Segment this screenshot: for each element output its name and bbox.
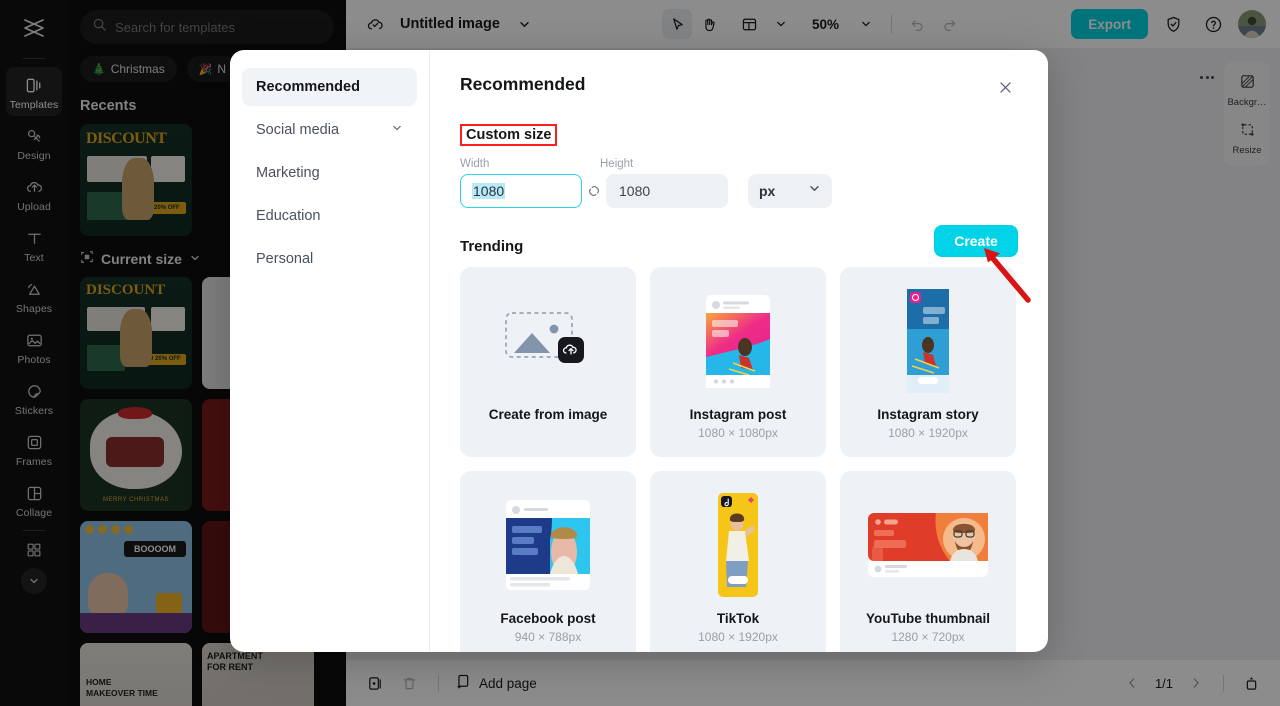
size-inputs-row: 1080 px <box>460 174 1018 208</box>
height-input[interactable] <box>606 174 728 208</box>
instagram-post-preview <box>703 285 773 397</box>
nav-label: Personal <box>256 251 314 267</box>
custom-size-label: Custom size <box>460 124 558 146</box>
chevron-down-icon <box>808 182 821 200</box>
width-input-selected-text: 1080 <box>472 183 506 199</box>
unit-selector[interactable]: px <box>748 174 832 208</box>
nav-item-recommended[interactable]: Recommended <box>242 68 417 106</box>
page-title: Recommended <box>460 74 586 94</box>
nav-label: Marketing <box>256 165 320 181</box>
card-title: YouTube thumbnail <box>866 611 990 626</box>
unit-value: px <box>759 183 776 199</box>
nav-item-personal[interactable]: Personal <box>242 240 417 278</box>
height-label: Height <box>600 158 634 170</box>
card-facebook-post[interactable]: Facebook post 940 × 788px <box>460 471 636 652</box>
youtube-thumbnail-preview <box>866 489 990 601</box>
size-field-labels: Width Height <box>460 158 1018 170</box>
card-title: Facebook post <box>500 611 596 626</box>
chevron-down-icon <box>391 122 403 138</box>
card-dimensions: 1280 × 720px <box>891 630 965 644</box>
card-dimensions: 1080 × 1080px <box>698 426 778 440</box>
close-icon[interactable] <box>992 74 1018 100</box>
trending-cards-grid: Create from image Instagram post 1080 × … <box>460 267 1018 652</box>
link-aspect-icon[interactable] <box>584 180 604 202</box>
card-tiktok[interactable]: TikTok 1080 × 1920px <box>650 471 826 652</box>
modal-header: Recommended <box>460 74 1018 100</box>
card-create-from-image[interactable]: Create from image <box>460 267 636 457</box>
width-label: Width <box>460 158 490 170</box>
card-dimensions: 940 × 788px <box>514 630 582 644</box>
card-title: TikTok <box>716 611 760 626</box>
nav-item-marketing[interactable]: Marketing <box>242 154 417 192</box>
nav-label: Recommended <box>256 79 360 95</box>
card-dimensions: 1080 × 1920px <box>698 630 778 644</box>
upload-image-placeholder <box>502 285 594 397</box>
instagram-story-preview <box>901 285 955 397</box>
facebook-post-preview <box>498 489 598 601</box>
nav-label: Social media <box>256 122 340 138</box>
nav-item-education[interactable]: Education <box>242 197 417 235</box>
card-dimensions: 1080 × 1920px <box>888 426 968 440</box>
modal-nav: Recommended Social media Marketing Educa… <box>230 50 430 652</box>
nav-item-social-media[interactable]: Social media <box>242 111 417 149</box>
card-title: Instagram story <box>877 407 979 422</box>
size-picker-modal: Recommended Social media Marketing Educa… <box>230 50 1048 652</box>
create-button[interactable]: Create <box>934 225 1018 257</box>
card-title: Instagram post <box>689 407 787 422</box>
card-instagram-post[interactable]: Instagram post 1080 × 1080px <box>650 267 826 457</box>
card-youtube-thumbnail[interactable]: YouTube thumbnail 1280 × 720px <box>840 471 1016 652</box>
nav-label: Education <box>256 208 321 224</box>
card-title: Create from image <box>488 407 608 422</box>
card-instagram-story[interactable]: Instagram story 1080 × 1920px <box>840 267 1016 457</box>
tiktok-preview <box>711 489 765 601</box>
modal-body: Recommended Custom size Width Height 108… <box>430 50 1048 652</box>
